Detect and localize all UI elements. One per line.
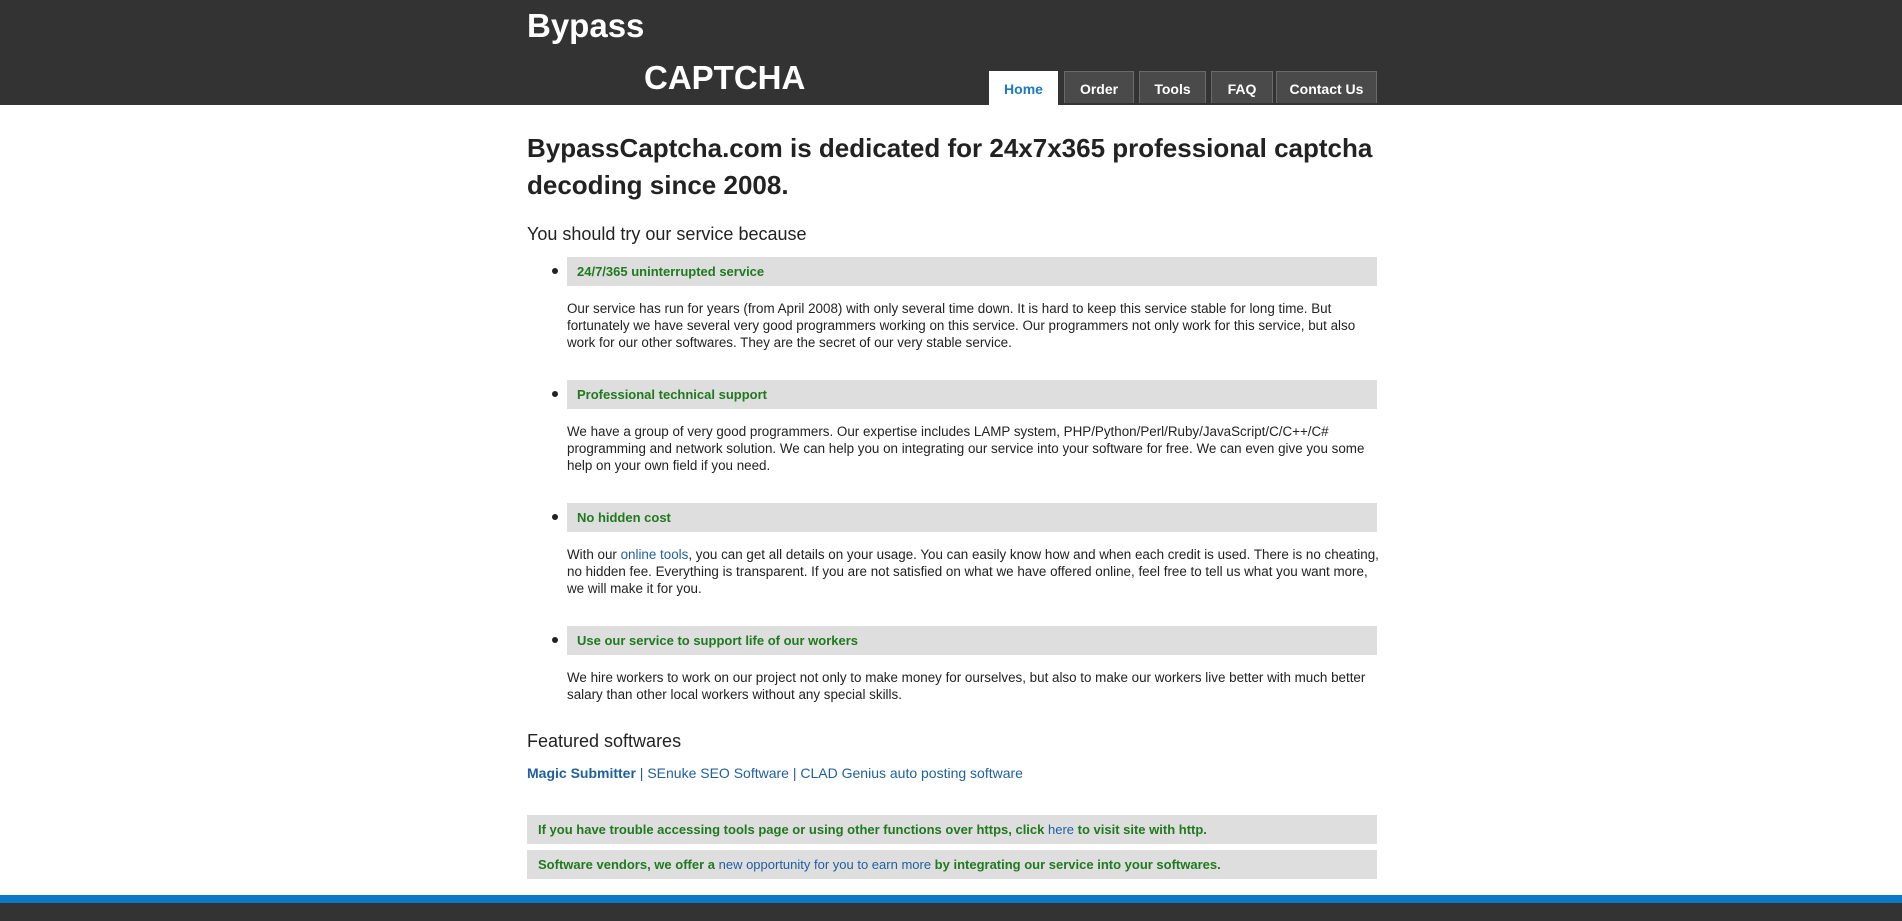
- notice-text: to visit site with http.: [1074, 822, 1207, 837]
- senuke-link[interactable]: SEnuke SEO Software: [647, 765, 789, 781]
- tab-order[interactable]: Order: [1064, 71, 1134, 103]
- feature-heading: Professional technical support: [567, 380, 1377, 409]
- bullet-dot: [552, 637, 558, 643]
- feature-body: We hire workers to work on our project n…: [567, 670, 1366, 702]
- earn-more-link[interactable]: new opportunity for you to earn more: [719, 857, 931, 872]
- here-link[interactable]: here: [1048, 822, 1074, 837]
- site-footer: [0, 903, 1902, 921]
- bullet-dot: [552, 268, 558, 274]
- page-title: BypassCaptcha.com is dedicated for 24x7x…: [527, 133, 1373, 200]
- feature-body: Our service has run for years (from Apri…: [567, 301, 1356, 350]
- footer-accent-bar: [0, 895, 1902, 903]
- bullet-dot: [552, 391, 558, 397]
- software-links: Magic Submitter | SEnuke SEO Software | …: [527, 765, 1023, 781]
- notice-text: Software vendors, we offer a: [538, 857, 719, 872]
- feature-heading: 24/7/365 uninterrupted service: [567, 257, 1377, 286]
- feature-heading: Use our service to support life of our w…: [567, 626, 1377, 655]
- feature-body-text: With our: [567, 547, 621, 562]
- feature-body: With our online tools, you can get all d…: [567, 546, 1379, 597]
- feature-body-text: , you can get all details on your usage.…: [567, 547, 1379, 596]
- separator: |: [635, 765, 648, 781]
- tab-faq[interactable]: FAQ: [1211, 71, 1273, 103]
- site-header: Bypass CAPTCHA Home Order Tools FAQ Cont…: [0, 0, 1902, 106]
- feature-body: We have a group of very good programmers…: [567, 424, 1365, 473]
- notice-text: by integrating our service into your sof…: [931, 857, 1221, 872]
- featured-softwares-heading: Featured softwares: [527, 731, 682, 751]
- intro-text: You should try our service because: [527, 224, 807, 244]
- tab-contact-us[interactable]: Contact Us: [1276, 71, 1377, 103]
- clad-genius-link[interactable]: CLAD Genius auto posting software: [800, 765, 1023, 781]
- logo-text-captcha[interactable]: CAPTCHA: [644, 58, 805, 98]
- feature-heading: No hidden cost: [567, 503, 1377, 532]
- bullet-dot: [552, 514, 558, 520]
- https-notice: If you have trouble accessing tools page…: [527, 815, 1377, 844]
- tab-tools[interactable]: Tools: [1139, 71, 1206, 103]
- vendor-notice: Software vendors, we offer a new opportu…: [527, 850, 1377, 879]
- separator: |: [788, 765, 801, 781]
- notice-text: If you have trouble accessing tools page…: [538, 822, 1048, 837]
- online-tools-link[interactable]: online tools: [621, 547, 689, 562]
- logo-text-bypass[interactable]: Bypass: [527, 6, 644, 46]
- magic-submitter-link[interactable]: Magic Submitter: [527, 765, 636, 781]
- tab-home[interactable]: Home: [989, 71, 1058, 106]
